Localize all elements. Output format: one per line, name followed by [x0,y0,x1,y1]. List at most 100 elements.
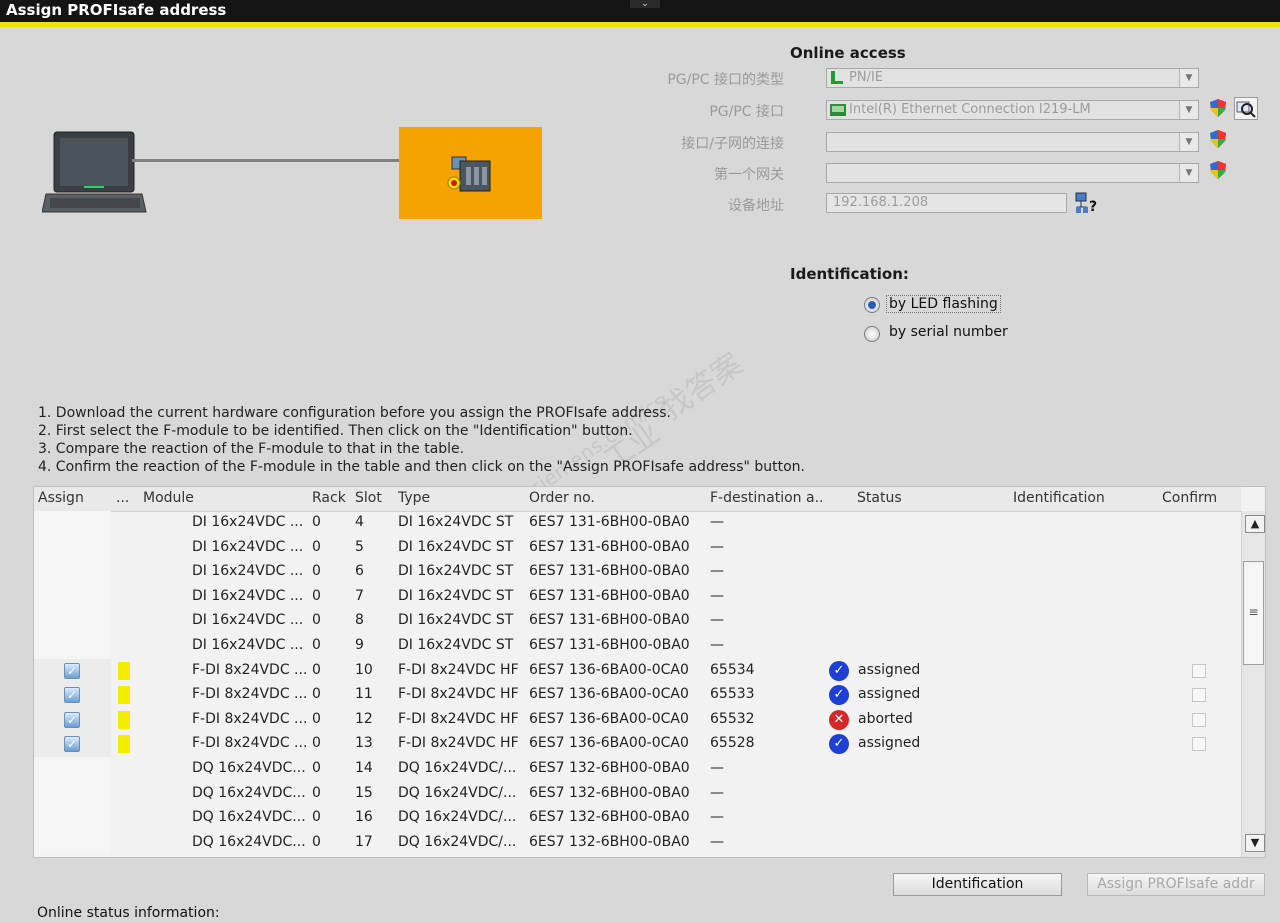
type-cell: F-DI 8x24VDC HF [398,686,519,703]
subnet-connection-combo[interactable]: ▼ [826,132,1199,152]
order-no-cell: 6ES7 136-6BA00-0CA0 [529,710,689,727]
order-no-cell: 6ES7 131-6BH00-0BA0 [529,538,690,555]
table-row[interactable]: DI 16x24VDC ... 0 8 DI 16x24VDC ST 6ES7 131-… [34,609,1241,634]
chevron-down-icon[interactable]: ▼ [1179,69,1198,87]
table-row[interactable]: ✓ F-DI 8x24VDC ... 0 13 F-DI 8x24VDC HF 6ES7 … [34,732,1241,757]
assign-checkbox[interactable]: ✓ [64,662,80,679]
order-no-cell: 6ES7 131-6BH00-0BA0 [529,587,690,604]
rack-cell: 0 [312,760,321,776]
shield-icon [1210,99,1226,117]
col-f-destination[interactable]: F-destination a... [710,490,824,506]
table-row[interactable]: ✓ F-DI 8x24VDC ... 0 10 F-DI 8x24VDC HF 6ES7 … [34,658,1241,684]
device-address-field[interactable]: 192.168.1.208 [826,193,1067,213]
chevron-down-icon[interactable]: ▼ [1179,133,1198,151]
device-box[interactable] [399,127,542,219]
table-row[interactable]: DQ 16x24VDC... 0 16 DQ 16x24VDC/... 6ES7 132… [34,806,1241,831]
first-gateway-combo[interactable]: ▼ [826,163,1199,183]
scroll-thumb[interactable]: ≡ [1243,561,1264,665]
interface-combo[interactable]: Intel(R) Ethernet Connection I219-LM ▼ [826,100,1199,120]
assign-checkbox[interactable]: ✓ [64,711,80,728]
network-help-button[interactable]: ? [1075,191,1099,215]
module-cell: DI 16x24VDC ... [192,587,304,604]
assign-checkbox[interactable]: ✓ [64,736,80,753]
assign-profisafe-address-button[interactable]: Assign PROFIsafe addr [1087,873,1265,896]
f-destination-cell: — [710,587,724,604]
table-row[interactable]: DI 16x24VDC ... 0 5 DI 16x24VDC ST 6ES7 131-… [34,535,1241,561]
table-row[interactable]: DQ 16x24VDC... 0 17 DQ 16x24VDC/... 6ES7 132… [34,830,1241,856]
col-confirm[interactable]: Confirm [1162,490,1217,506]
order-no-cell: 6ES7 131-6BH00-0BA0 [529,637,690,653]
table-row[interactable]: ✓ F-DI 8x24VDC ... 0 11 F-DI 8x24VDC HF 6ES7 … [34,683,1241,708]
svg-text:?: ? [1089,199,1097,215]
table-row[interactable]: ✓ F-DI 8x24VDC ... 0 12 F-DI 8x24VDC HF 6ES7 … [34,707,1241,733]
f-destination-cell: — [710,514,724,530]
magnifier-icon [1236,101,1256,118]
rack-cell: 0 [312,735,321,752]
vertical-scrollbar[interactable]: ▲ ≡ ▼ [1241,511,1265,857]
dialog-content: Online access PG/PC 接口的类型 PN/IE ▼ PG/PC … [0,27,1280,923]
col-order-no[interactable]: Order no. [529,490,595,506]
confirm-checkbox[interactable] [1192,663,1206,678]
col-assign[interactable]: Assign [38,490,84,506]
f-destination-cell: — [710,833,724,850]
instruction-4: 4. Confirm the reaction of the F-module … [38,459,805,475]
led-flashing-label[interactable]: by LED flashing [886,295,1001,313]
order-no-cell: 6ES7 132-6BH00-0BA0 [529,760,690,776]
col-status[interactable]: Status [857,490,902,506]
table-row[interactable]: DI 16x24VDC ... 0 4 DI 16x24VDC ST 6ES7 131-… [34,511,1241,536]
module-cell: DQ 16x24VDC... [192,809,306,826]
table-row[interactable]: DQ 16x24VDC... 0 14 DQ 16x24VDC/... 6ES7 132… [34,757,1241,782]
col-more[interactable]: ... [116,490,129,506]
table-row[interactable]: DI 16x24VDC ... 0 6 DI 16x24VDC ST 6ES7 131-… [34,560,1241,585]
pc-icon [41,130,148,214]
module-cell: DQ 16x24VDC... [192,760,306,776]
table-row[interactable]: DI 16x24VDC ... 0 9 DI 16x24VDC ST 6ES7 131-… [34,634,1241,659]
slot-cell: 6 [355,563,364,580]
slot-cell: 4 [355,514,364,530]
slot-cell: 15 [355,784,373,801]
table-row[interactable]: DI 16x24VDC ... 0 7 DI 16x24VDC ST 6ES7 131-… [34,584,1241,610]
slot-cell: 16 [355,809,373,826]
type-cell: DI 16x24VDC ST [398,612,514,629]
identification-button[interactable]: Identification [893,873,1062,896]
status-error-icon: ✕ [829,709,849,730]
col-identification[interactable]: Identification [1013,490,1105,506]
confirm-checkbox[interactable] [1192,712,1206,727]
serial-number-label[interactable]: by serial number [889,324,1008,340]
rack-cell: 0 [312,612,321,629]
confirm-checkbox[interactable] [1192,688,1206,703]
slot-cell: 14 [355,760,373,776]
serial-number-radio[interactable] [864,326,880,342]
slot-cell: 17 [355,833,373,850]
scroll-up-icon[interactable]: ▲ [1245,515,1265,533]
assign-cell [34,609,111,634]
col-rack[interactable]: Rack [312,490,346,506]
col-slot[interactable]: Slot [355,490,382,506]
module-cell: DI 16x24VDC ... [192,637,304,653]
assign-cell [34,781,111,807]
order-no-cell: 6ES7 132-6BH00-0BA0 [529,784,690,801]
confirm-checkbox[interactable] [1192,737,1206,752]
led-flashing-radio[interactable] [864,297,880,313]
instruction-3: 3. Compare the reaction of the F-module … [38,441,465,457]
scroll-down-icon[interactable]: ▼ [1245,834,1265,852]
assign-checkbox[interactable]: ✓ [64,687,80,704]
slot-cell: 9 [355,637,364,653]
f-module-marker [118,710,130,729]
collapse-notch-icon[interactable]: ⌄ [630,0,660,9]
col-type[interactable]: Type [398,490,430,506]
table-row[interactable]: DQ 16x24VDC... 0 15 DQ 16x24VDC/... 6ES7 132… [34,781,1241,807]
type-cell: DQ 16x24VDC/... [398,760,517,776]
device-address-label: 设备地址 [728,198,784,214]
chevron-down-icon[interactable]: ▼ [1179,101,1198,119]
et200sp-device-icon [447,156,491,192]
slot-cell: 12 [355,710,373,727]
f-destination-cell: — [710,637,724,653]
col-module[interactable]: Module [143,490,194,506]
chevron-down-icon[interactable]: ▼ [1179,164,1198,182]
interface-type-combo[interactable]: PN/IE ▼ [826,68,1199,88]
interface-type-label: PG/PC 接口的类型 [667,72,784,88]
search-devices-button[interactable] [1234,97,1258,120]
rack-cell: 0 [312,710,321,727]
rack-cell: 0 [312,661,321,678]
